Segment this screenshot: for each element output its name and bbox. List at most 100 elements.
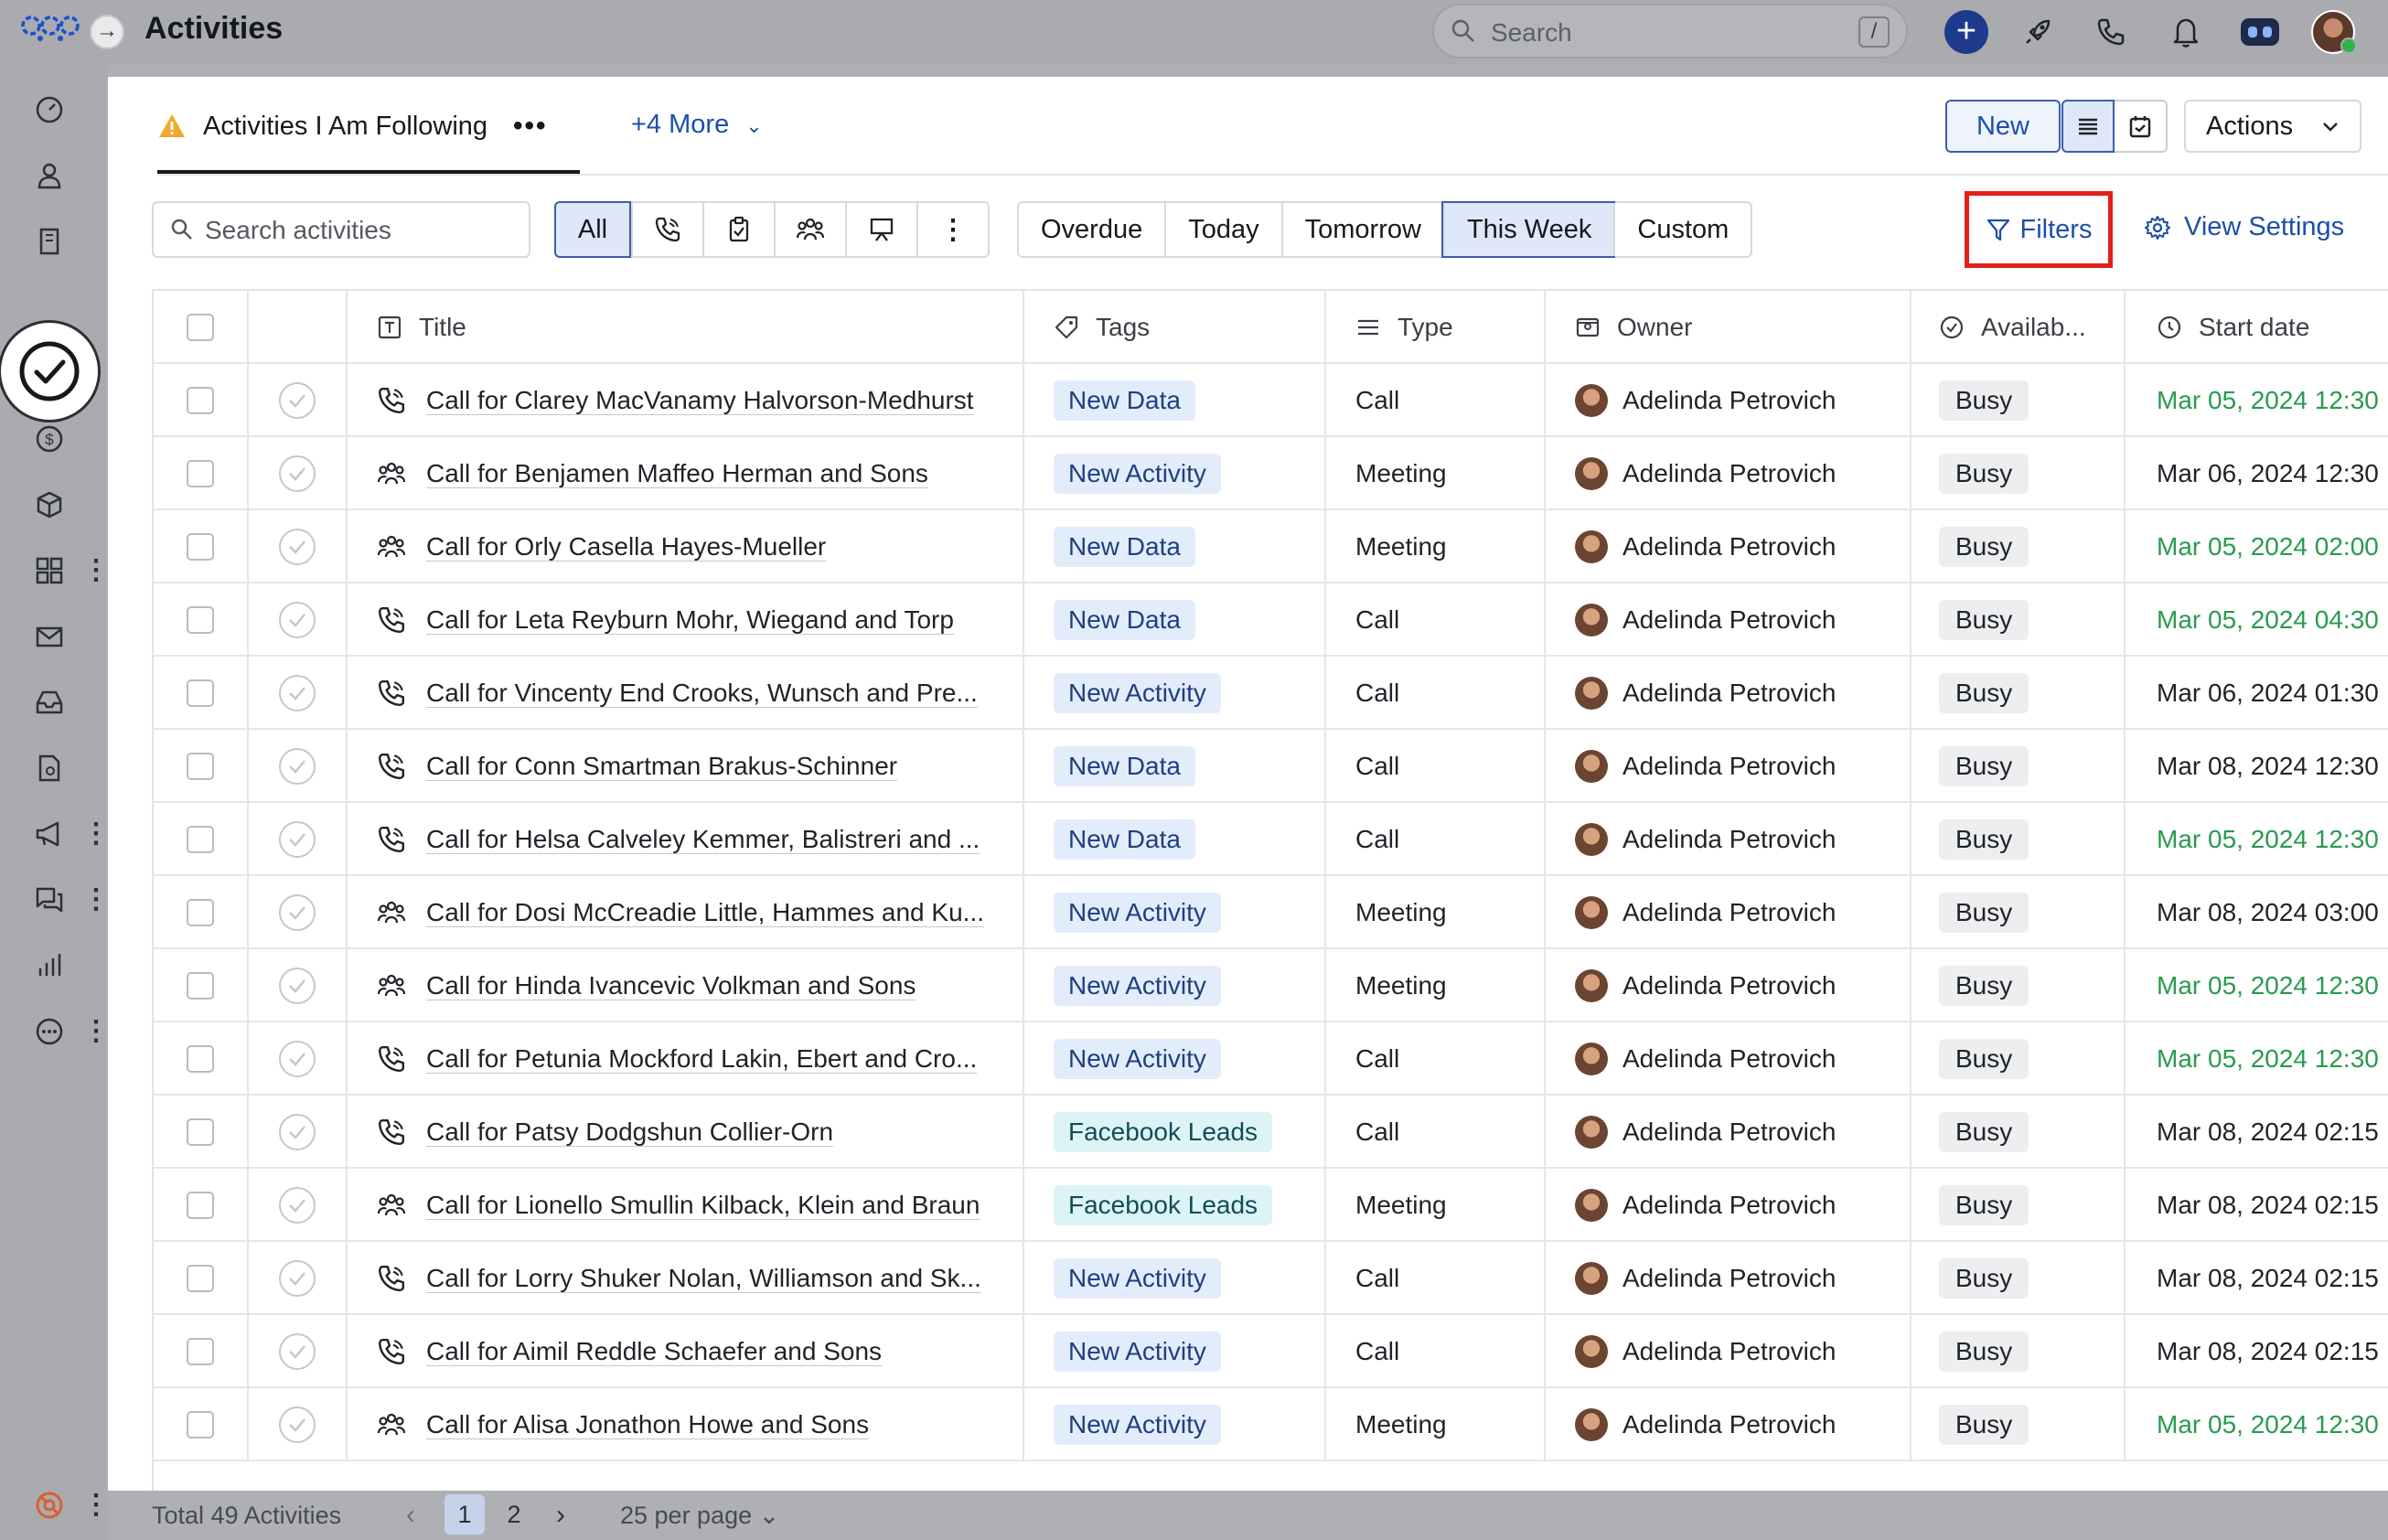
- new-button[interactable]: New: [1945, 100, 2061, 153]
- sidebar-item-products[interactable]: [27, 483, 71, 527]
- activities-search-field[interactable]: [152, 201, 530, 258]
- mark-complete-button[interactable]: [279, 675, 316, 711]
- activity-title-link[interactable]: Call for Lionello Smullin Kilback, Klein…: [426, 1191, 980, 1220]
- create-button[interactable]: +: [1944, 9, 1989, 55]
- mark-complete-button[interactable]: [279, 1041, 316, 1077]
- sidebar-conversations-more-icon[interactable]: ⋮: [82, 882, 110, 918]
- phone-button[interactable]: [2088, 9, 2134, 55]
- page-button-1[interactable]: 1: [444, 1494, 485, 1535]
- date-overdue-button[interactable]: Overdue: [1019, 203, 1164, 256]
- mark-complete-button[interactable]: [279, 748, 316, 785]
- column-header-owner[interactable]: Owner: [1546, 291, 1911, 364]
- date-today-button[interactable]: Today: [1164, 203, 1280, 256]
- activity-title-link[interactable]: Call for Patsy Dodgshun Collier-Orn: [426, 1118, 833, 1147]
- activity-title-link[interactable]: Call for Lorry Shuker Nolan, Williamson …: [426, 1264, 981, 1293]
- expand-sidebar-button[interactable]: →: [90, 15, 124, 49]
- row-checkbox[interactable]: [187, 1045, 214, 1073]
- filters-button[interactable]: Filters: [1965, 191, 2113, 268]
- table-row[interactable]: Call for Leta Reyburn Mohr, Wiegand and …: [154, 583, 2388, 657]
- actions-dropdown[interactable]: Actions: [2184, 100, 2361, 153]
- row-checkbox[interactable]: [187, 533, 214, 561]
- sidebar-item-reports[interactable]: [27, 944, 71, 988]
- activity-title-link[interactable]: Call for Alisa Jonathon Howe and Sons: [426, 1410, 869, 1439]
- activity-title-link[interactable]: Call for Benjamen Maffeo Herman and Sons: [426, 459, 928, 488]
- type-more-button[interactable]: ⋮: [916, 203, 988, 256]
- user-menu-button[interactable]: [2310, 9, 2357, 55]
- mark-complete-button[interactable]: [279, 529, 316, 565]
- table-row[interactable]: Call for Orly Casella Hayes-Mueller New …: [154, 510, 2388, 583]
- row-checkbox[interactable]: [187, 606, 214, 634]
- date-custom-button[interactable]: Custom: [1613, 203, 1751, 256]
- mark-complete-button[interactable]: [279, 602, 316, 638]
- row-checkbox[interactable]: [187, 1118, 214, 1146]
- mark-complete-button[interactable]: [279, 1333, 316, 1370]
- table-row[interactable]: Call for Dosi McCreadie Little, Hammes a…: [154, 876, 2388, 949]
- mark-complete-button[interactable]: [279, 894, 316, 931]
- page-button-2[interactable]: 2: [494, 1494, 534, 1535]
- table-row[interactable]: Call for Hinda Ivancevic Volkman and Son…: [154, 949, 2388, 1022]
- activity-title-link[interactable]: Call for Conn Smartman Brakus-Schinner: [426, 752, 897, 781]
- row-checkbox[interactable]: [187, 1338, 214, 1365]
- global-search-input[interactable]: Search /: [1432, 4, 1908, 59]
- column-header-type[interactable]: Type: [1326, 291, 1546, 364]
- column-header-availability[interactable]: Availab...: [1911, 291, 2126, 364]
- activity-title-link[interactable]: Call for Petunia Mockford Lakin, Ebert a…: [426, 1044, 977, 1074]
- date-tomorrow-button[interactable]: Tomorrow: [1280, 203, 1443, 256]
- mark-complete-button[interactable]: [279, 821, 316, 858]
- table-row[interactable]: Call for Lionello Smullin Kilback, Klein…: [154, 1169, 2388, 1242]
- sidebar-item-campaigns[interactable]: [27, 812, 71, 856]
- activity-title-link[interactable]: Call for Clarey MacVanamy Halvorson-Medh…: [426, 386, 974, 415]
- app-logo-icon[interactable]: [20, 13, 80, 49]
- table-row[interactable]: Call for Benjamen Maffeo Herman and Sons…: [154, 437, 2388, 510]
- type-task-button[interactable]: [702, 203, 774, 256]
- row-checkbox[interactable]: [187, 826, 214, 853]
- row-checkbox[interactable]: [187, 1192, 214, 1219]
- mark-complete-button[interactable]: [279, 1406, 316, 1443]
- select-all-checkbox[interactable]: [187, 314, 214, 341]
- sidebar-item-contacts[interactable]: [27, 154, 71, 198]
- type-all-button[interactable]: All: [554, 201, 631, 258]
- mark-complete-button[interactable]: [279, 455, 316, 492]
- mark-complete-button[interactable]: [279, 1114, 316, 1150]
- sidebar-item-inbox[interactable]: [27, 680, 71, 724]
- column-header-start-date[interactable]: Start date: [2126, 291, 2388, 364]
- search-activities-input[interactable]: [205, 212, 516, 249]
- row-checkbox[interactable]: [187, 972, 214, 1000]
- mark-complete-button[interactable]: [279, 1187, 316, 1224]
- sidebar-campaigns-more-icon[interactable]: ⋮: [82, 816, 110, 852]
- table-row[interactable]: Call for Aimil Reddle Schaefer and Sons …: [154, 1315, 2388, 1388]
- activity-title-link[interactable]: Call for Orly Casella Hayes-Mueller: [426, 532, 826, 561]
- rocket-button[interactable]: [2015, 9, 2061, 55]
- sidebar-item-more[interactable]: [27, 1010, 71, 1053]
- table-row[interactable]: Call for Petunia Mockford Lakin, Ebert a…: [154, 1022, 2388, 1096]
- table-row[interactable]: Call for Helsa Calveley Kemmer, Balistre…: [154, 803, 2388, 876]
- row-checkbox[interactable]: [187, 679, 214, 707]
- list-view-button[interactable]: [2061, 100, 2115, 153]
- sidebar-item-activities[interactable]: [0, 320, 101, 422]
- view-settings-button[interactable]: View Settings: [2144, 212, 2344, 242]
- activity-title-link[interactable]: Call for Vincenty End Crooks, Wunsch and…: [426, 679, 978, 708]
- per-page-dropdown[interactable]: 25 per page ⌄: [620, 1502, 779, 1530]
- sidebar-item-accounts[interactable]: [27, 219, 71, 263]
- row-checkbox[interactable]: [187, 460, 214, 487]
- more-views-dropdown[interactable]: +4 More ⌄: [631, 110, 763, 140]
- activity-title-link[interactable]: Call for Dosi McCreadie Little, Hammes a…: [426, 898, 984, 927]
- table-row[interactable]: Call for Vincenty End Crooks, Wunsch and…: [154, 657, 2388, 730]
- sidebar-apps-more-icon[interactable]: ⋮: [82, 552, 110, 589]
- mark-complete-button[interactable]: [279, 968, 316, 1004]
- tab-options-icon[interactable]: •••: [513, 111, 548, 142]
- table-row[interactable]: Call for Alisa Jonathon Howe and Sons Ne…: [154, 1388, 2388, 1461]
- table-row[interactable]: Call for Lorry Shuker Nolan, Williamson …: [154, 1242, 2388, 1315]
- row-checkbox[interactable]: [187, 753, 214, 780]
- column-header-title[interactable]: Title: [348, 291, 1024, 364]
- type-meeting-button[interactable]: [774, 203, 845, 256]
- sidebar-item-help[interactable]: [27, 1483, 71, 1527]
- sidebar-item-documents[interactable]: [27, 746, 71, 790]
- tab-activities-following[interactable]: Activities I Am Following •••: [157, 77, 548, 176]
- assistant-button[interactable]: [2237, 9, 2283, 55]
- date-this-week-button[interactable]: This Week: [1440, 201, 1616, 258]
- activity-title-link[interactable]: Call for Aimil Reddle Schaefer and Sons: [426, 1337, 882, 1366]
- table-row[interactable]: Call for Clarey MacVanamy Halvorson-Medh…: [154, 364, 2388, 437]
- activity-title-link[interactable]: Call for Hinda Ivancevic Volkman and Son…: [426, 971, 916, 1000]
- table-row[interactable]: Call for Conn Smartman Brakus-Schinner N…: [154, 730, 2388, 803]
